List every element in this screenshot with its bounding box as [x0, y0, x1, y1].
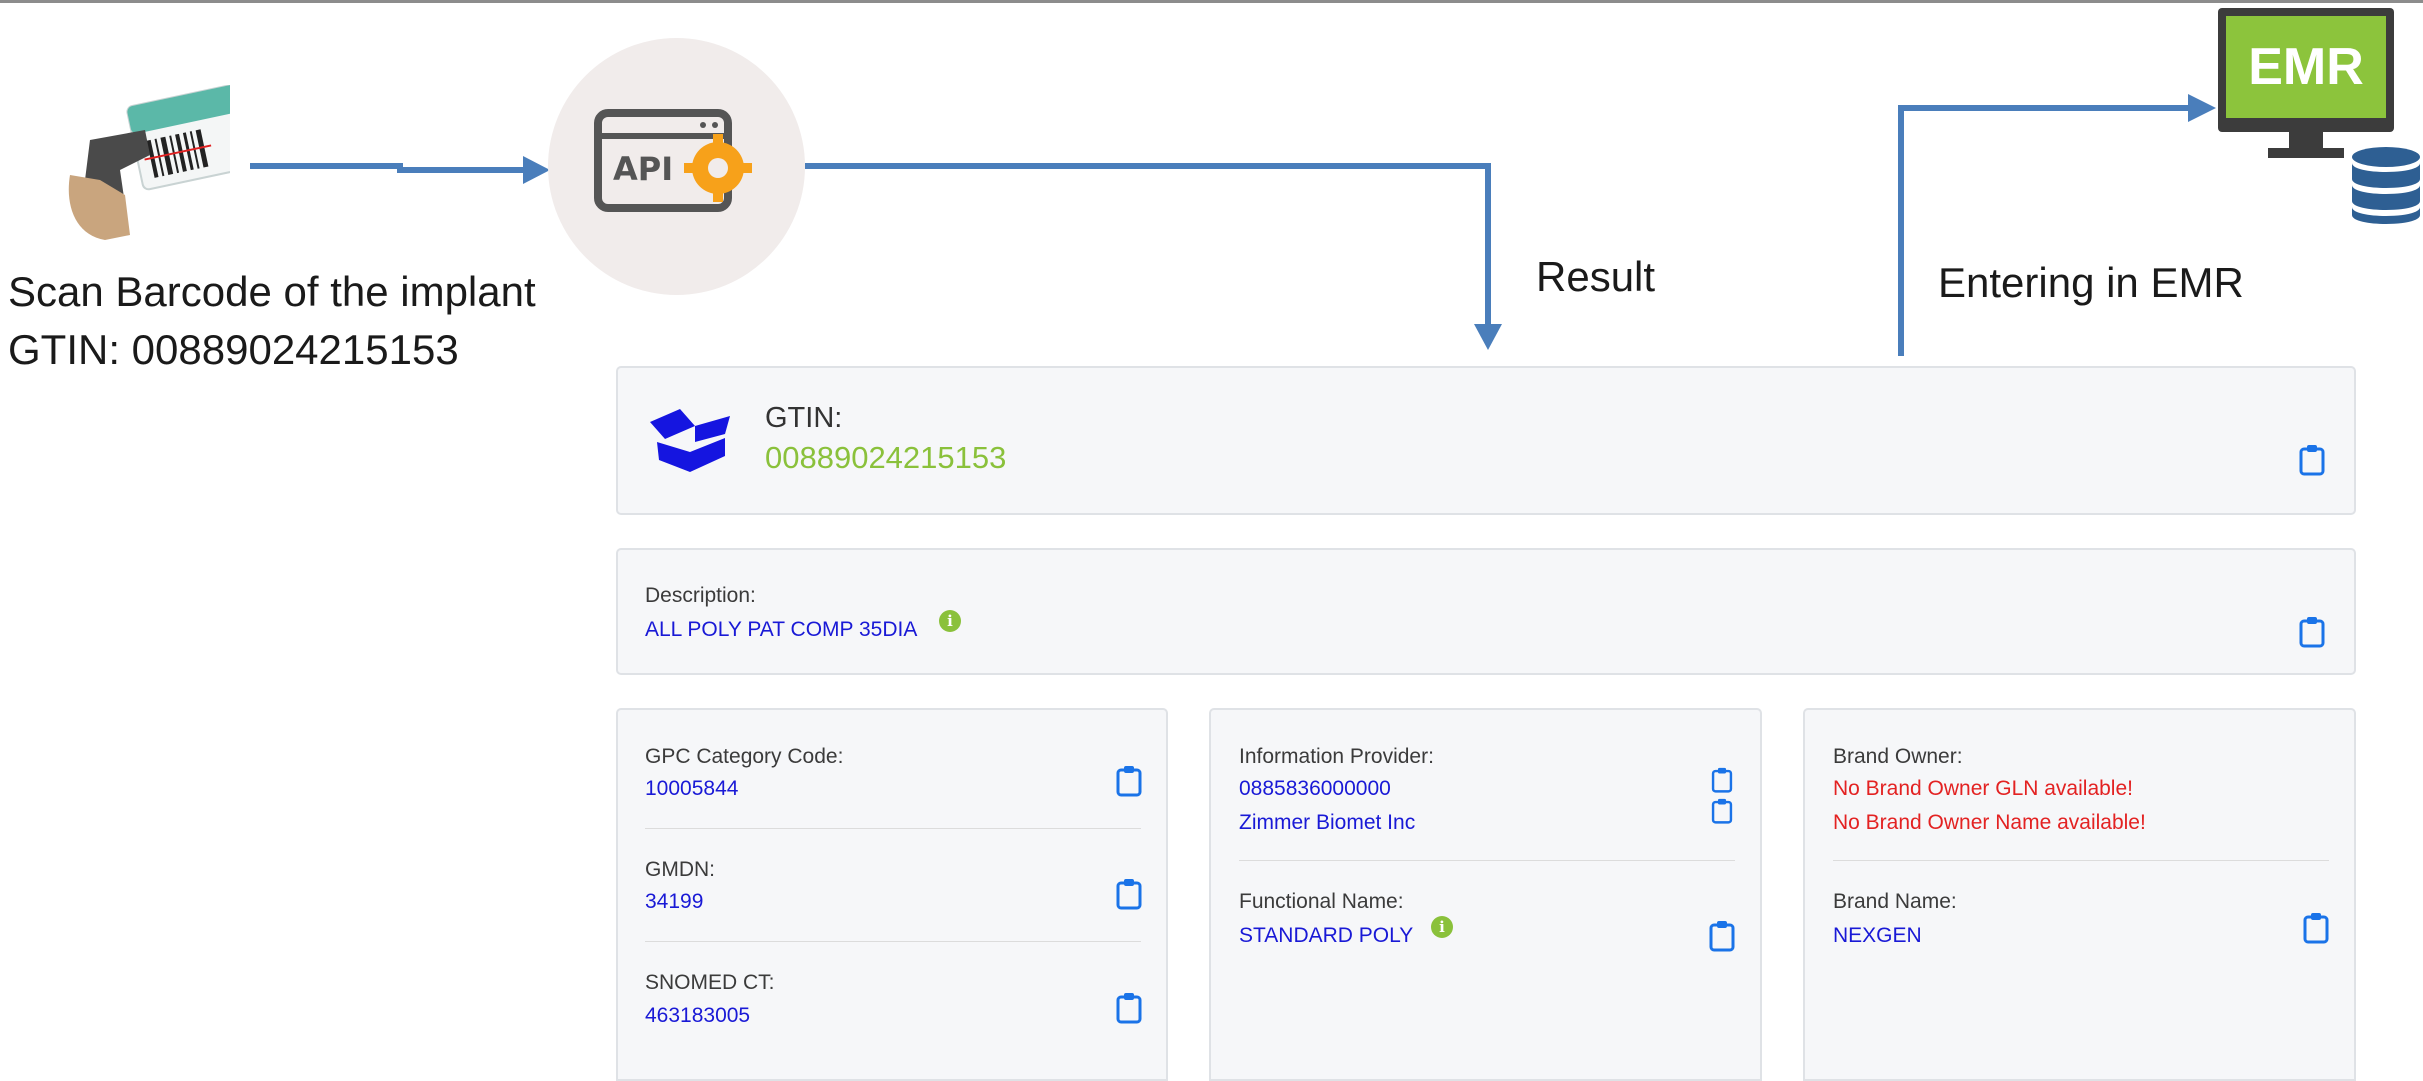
arrow-scan-to-api: [250, 156, 550, 184]
separator: [645, 828, 1141, 829]
gmdn-value: 34199: [645, 890, 704, 913]
separator: [1239, 860, 1735, 861]
arrow-api-to-result: [805, 163, 1502, 350]
info-icon[interactable]: i: [1431, 916, 1453, 938]
description-value: ALL POLY PAT COMP 35DIA: [645, 618, 918, 641]
functional-name-value: STANDARD POLY: [1239, 924, 1414, 947]
clipboard-icon[interactable]: [1116, 765, 1142, 797]
info-icon[interactable]: i: [939, 610, 961, 632]
database-icon: [2352, 147, 2420, 224]
functional-name-label: Functional Name:: [1239, 890, 1404, 913]
result-label: Result: [1536, 253, 1656, 300]
brand-name-value: NEXGEN: [1833, 924, 1922, 947]
scan-instruction: Scan Barcode of the implant: [8, 268, 536, 315]
brand-owner-gln-error: No Brand Owner GLN available!: [1833, 777, 2133, 800]
brand-owner-label: Brand Owner:: [1833, 745, 1963, 768]
separator: [645, 941, 1141, 942]
api-label: API: [613, 150, 673, 188]
separator: [1833, 860, 2329, 861]
description-label: Description:: [645, 584, 756, 607]
snomed-value: 463183005: [645, 1004, 751, 1027]
scan-gtin-text: GTIN: 00889024215153: [8, 326, 459, 373]
gmdn-label: GMDN:: [645, 858, 715, 881]
clipboard-icon[interactable]: [1116, 992, 1142, 1024]
clipboard-icon[interactable]: [1709, 920, 1735, 952]
barcode-scanner-icon: [68, 85, 230, 240]
api-gear-icon: API: [594, 109, 752, 212]
clipboard-icon[interactable]: [1709, 767, 1735, 793]
provider-label: Information Provider:: [1239, 745, 1434, 768]
brand-card: Brand Owner: No Brand Owner GLN availabl…: [1803, 708, 2356, 1081]
emr-monitor-base: [2268, 148, 2344, 158]
entering-emr-label: Entering in EMR: [1938, 259, 2244, 306]
snomed-label: SNOMED CT:: [645, 971, 775, 994]
api-node: API: [548, 38, 805, 295]
gtin-card: GTIN: 00889024215153: [616, 366, 2356, 515]
clipboard-icon[interactable]: [1709, 798, 1735, 824]
clipboard-icon[interactable]: [2299, 616, 2325, 648]
provider-gln: 0885836000000: [1239, 777, 1391, 800]
box-icon: [650, 409, 730, 472]
gtin-label: GTIN:: [765, 402, 843, 434]
emr-monitor-icon: EMR: [2218, 8, 2394, 132]
arrow-result-to-emr: [1898, 94, 2216, 356]
gtin-value: 00889024215153: [765, 440, 1007, 475]
gpc-value: 10005844: [645, 777, 739, 800]
clipboard-icon[interactable]: [2299, 444, 2325, 476]
clipboard-icon[interactable]: [1116, 878, 1142, 910]
brand-name-label: Brand Name:: [1833, 890, 1957, 913]
emr-screen-label: EMR: [2226, 16, 2386, 118]
brand-owner-name-error: No Brand Owner Name available!: [1833, 811, 2146, 834]
gpc-label: GPC Category Code:: [645, 745, 844, 768]
description-card: Description: ALL POLY PAT COMP 35DIA i: [616, 548, 2356, 675]
provider-card: Information Provider: 0885836000000 Zimm…: [1209, 708, 1762, 1081]
classification-card: GPC Category Code: 10005844 GMDN: 34199 …: [616, 708, 1168, 1081]
clipboard-icon[interactable]: [2303, 912, 2329, 944]
provider-name: Zimmer Biomet Inc: [1239, 811, 1416, 834]
